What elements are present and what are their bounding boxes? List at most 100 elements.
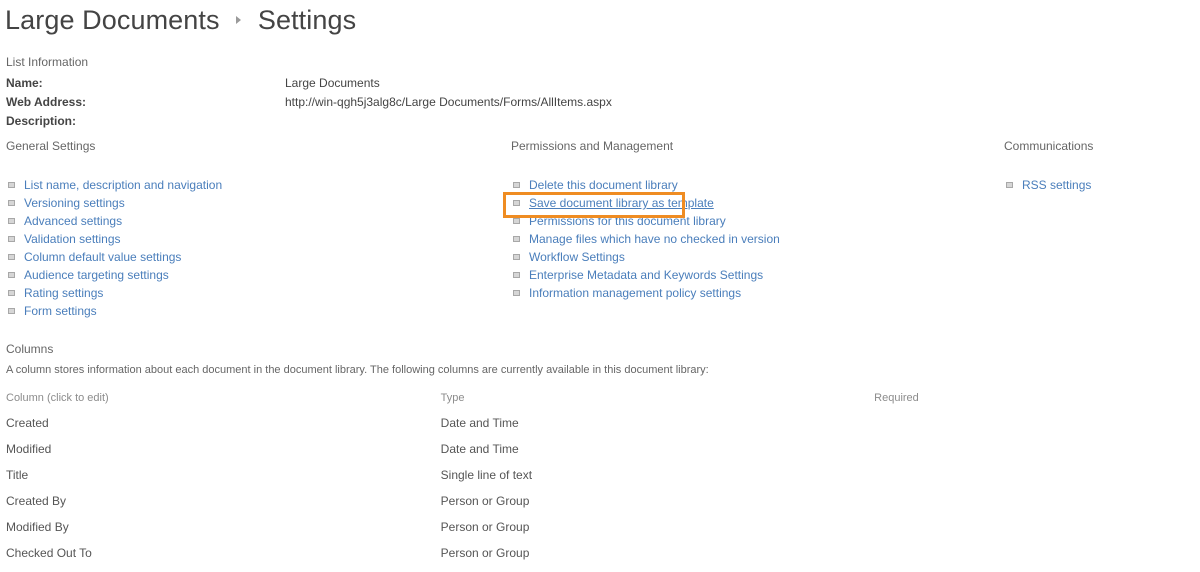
- list-info-value-web-address: http://win-qgh5j3alg8c/Large Documents/F…: [285, 95, 612, 109]
- square-bullet-icon: [8, 218, 15, 224]
- square-bullet-icon: [513, 254, 520, 260]
- cell-column-name[interactable]: Modified By: [6, 520, 441, 546]
- columns-description: A column stores information about each d…: [6, 364, 709, 376]
- table-row[interactable]: Modified Date and Time: [6, 442, 1106, 468]
- table-header-row: Column (click to edit) Type Required: [6, 392, 1106, 416]
- square-bullet-icon: [8, 254, 15, 260]
- link-workflow-settings[interactable]: Workflow Settings: [529, 250, 625, 264]
- cell-column-required: [874, 416, 1106, 442]
- list-info-row-description: Description:: [6, 112, 612, 131]
- link-information-management-policy-settings[interactable]: Information management policy settings: [529, 286, 741, 300]
- cell-column-name[interactable]: Modified: [6, 442, 441, 468]
- breadcrumb-current: Settings: [257, 5, 357, 35]
- square-bullet-icon: [513, 200, 520, 206]
- list-item[interactable]: Column default value settings: [6, 248, 486, 266]
- columns-table: Column (click to edit) Type Required Cre…: [6, 392, 1106, 572]
- list-item[interactable]: Advanced settings: [6, 212, 486, 230]
- general-settings-heading: General Settings: [6, 139, 96, 153]
- link-rss-settings[interactable]: RSS settings: [1022, 178, 1091, 192]
- table-row[interactable]: Title Single line of text: [6, 468, 1106, 494]
- link-manage-files-which-have-no-checked-in-version[interactable]: Manage files which have no checked in ve…: [529, 232, 780, 246]
- link-versioning-settings[interactable]: Versioning settings: [24, 196, 125, 210]
- list-info-label-name: Name:: [6, 76, 43, 90]
- table-row[interactable]: Checked Out To Person or Group: [6, 546, 1106, 572]
- page-title: Large Documents Settings: [5, 1, 356, 39]
- link-form-settings[interactable]: Form settings: [24, 304, 97, 318]
- table-row[interactable]: Created Date and Time: [6, 416, 1106, 442]
- list-information-heading: List Information: [6, 55, 89, 69]
- square-bullet-icon: [8, 290, 15, 296]
- cell-column-type: Date and Time: [440, 416, 519, 430]
- square-bullet-icon: [513, 182, 520, 188]
- breadcrumb-root[interactable]: Large Documents: [5, 5, 220, 35]
- communications-column: Communications RSS settings: [1004, 138, 1194, 194]
- cell-column-type: Date and Time: [440, 442, 519, 456]
- link-save-document-library-as-template[interactable]: Save document library as template: [529, 196, 714, 210]
- cell-column-required: [874, 546, 1106, 572]
- general-settings-link-list: List name, description and navigation Ve…: [6, 176, 486, 320]
- list-item[interactable]: Permissions for this document library: [511, 212, 991, 230]
- square-bullet-icon: [8, 200, 15, 206]
- permissions-and-management-column: Permissions and Management Delete this d…: [511, 138, 991, 302]
- cell-column-type: Person or Group: [440, 494, 530, 508]
- list-item[interactable]: Versioning settings: [6, 194, 486, 212]
- cell-column-name[interactable]: Created: [6, 416, 441, 442]
- column-header-type: Type: [440, 392, 465, 404]
- cell-column-type: Single line of text: [440, 468, 533, 482]
- list-info-label-web-address: Web Address:: [6, 95, 87, 109]
- list-item[interactable]: Audience targeting settings: [6, 266, 486, 284]
- link-column-default-value-settings[interactable]: Column default value settings: [24, 250, 181, 264]
- list-item[interactable]: Information management policy settings: [511, 284, 991, 302]
- columns-heading: Columns: [6, 342, 54, 356]
- list-info-label-description: Description:: [6, 114, 77, 128]
- cell-column-name[interactable]: Title: [6, 468, 441, 494]
- cell-column-type: Person or Group: [440, 520, 530, 534]
- columns-section: Columns A column stores information abou…: [6, 341, 1194, 572]
- list-information-table: Name: Large Documents Web Address: http:…: [6, 74, 612, 131]
- cell-column-required: [874, 442, 1106, 468]
- link-rating-settings[interactable]: Rating settings: [24, 286, 103, 300]
- link-enterprise-metadata-and-keywords-settings[interactable]: Enterprise Metadata and Keywords Setting…: [529, 268, 763, 282]
- list-item[interactable]: Save document library as template: [511, 194, 991, 212]
- list-item[interactable]: Delete this document library: [511, 176, 991, 194]
- cell-column-name[interactable]: Created By: [6, 494, 441, 520]
- chevron-right-icon: [236, 15, 242, 24]
- general-settings-column: General Settings List name, description …: [6, 138, 486, 320]
- link-permissions-for-this-document-library[interactable]: Permissions for this document library: [529, 214, 726, 228]
- square-bullet-icon: [8, 308, 15, 314]
- square-bullet-icon: [513, 272, 520, 278]
- column-header-column: Column (click to edit): [6, 392, 109, 404]
- table-row[interactable]: Modified By Person or Group: [6, 520, 1106, 546]
- list-item[interactable]: List name, description and navigation: [6, 176, 486, 194]
- square-bullet-icon: [513, 290, 520, 296]
- cell-column-required: [874, 494, 1106, 520]
- link-audience-targeting-settings[interactable]: Audience targeting settings: [24, 268, 169, 282]
- list-item[interactable]: RSS settings: [1004, 176, 1194, 194]
- link-advanced-settings[interactable]: Advanced settings: [24, 214, 122, 228]
- list-item[interactable]: Rating settings: [6, 284, 486, 302]
- square-bullet-icon: [8, 272, 15, 278]
- list-item[interactable]: Form settings: [6, 302, 486, 320]
- list-info-row-name: Name: Large Documents: [6, 74, 612, 93]
- communications-link-list: RSS settings: [1004, 176, 1194, 194]
- square-bullet-icon: [513, 218, 520, 224]
- list-info-row-web-address: Web Address: http://win-qgh5j3alg8c/Larg…: [6, 93, 612, 112]
- cell-column-required: [874, 468, 1106, 494]
- cell-column-required: [874, 520, 1106, 546]
- link-validation-settings[interactable]: Validation settings: [24, 232, 121, 246]
- cell-column-name[interactable]: Checked Out To: [6, 546, 441, 572]
- communications-heading: Communications: [1004, 139, 1094, 153]
- square-bullet-icon: [1006, 182, 1013, 188]
- list-item[interactable]: Enterprise Metadata and Keywords Setting…: [511, 266, 991, 284]
- link-list-name-description-and-navigation[interactable]: List name, description and navigation: [24, 178, 222, 192]
- table-row[interactable]: Created By Person or Group: [6, 494, 1106, 520]
- list-item[interactable]: Workflow Settings: [511, 248, 991, 266]
- link-delete-this-document-library[interactable]: Delete this document library: [529, 178, 678, 192]
- list-info-value-name: Large Documents: [285, 76, 380, 90]
- permissions-and-management-heading: Permissions and Management: [511, 139, 674, 153]
- square-bullet-icon: [513, 236, 520, 242]
- cell-column-type: Person or Group: [440, 546, 530, 560]
- list-item[interactable]: Manage files which have no checked in ve…: [511, 230, 991, 248]
- list-item[interactable]: Validation settings: [6, 230, 486, 248]
- column-header-required: Required: [874, 392, 919, 404]
